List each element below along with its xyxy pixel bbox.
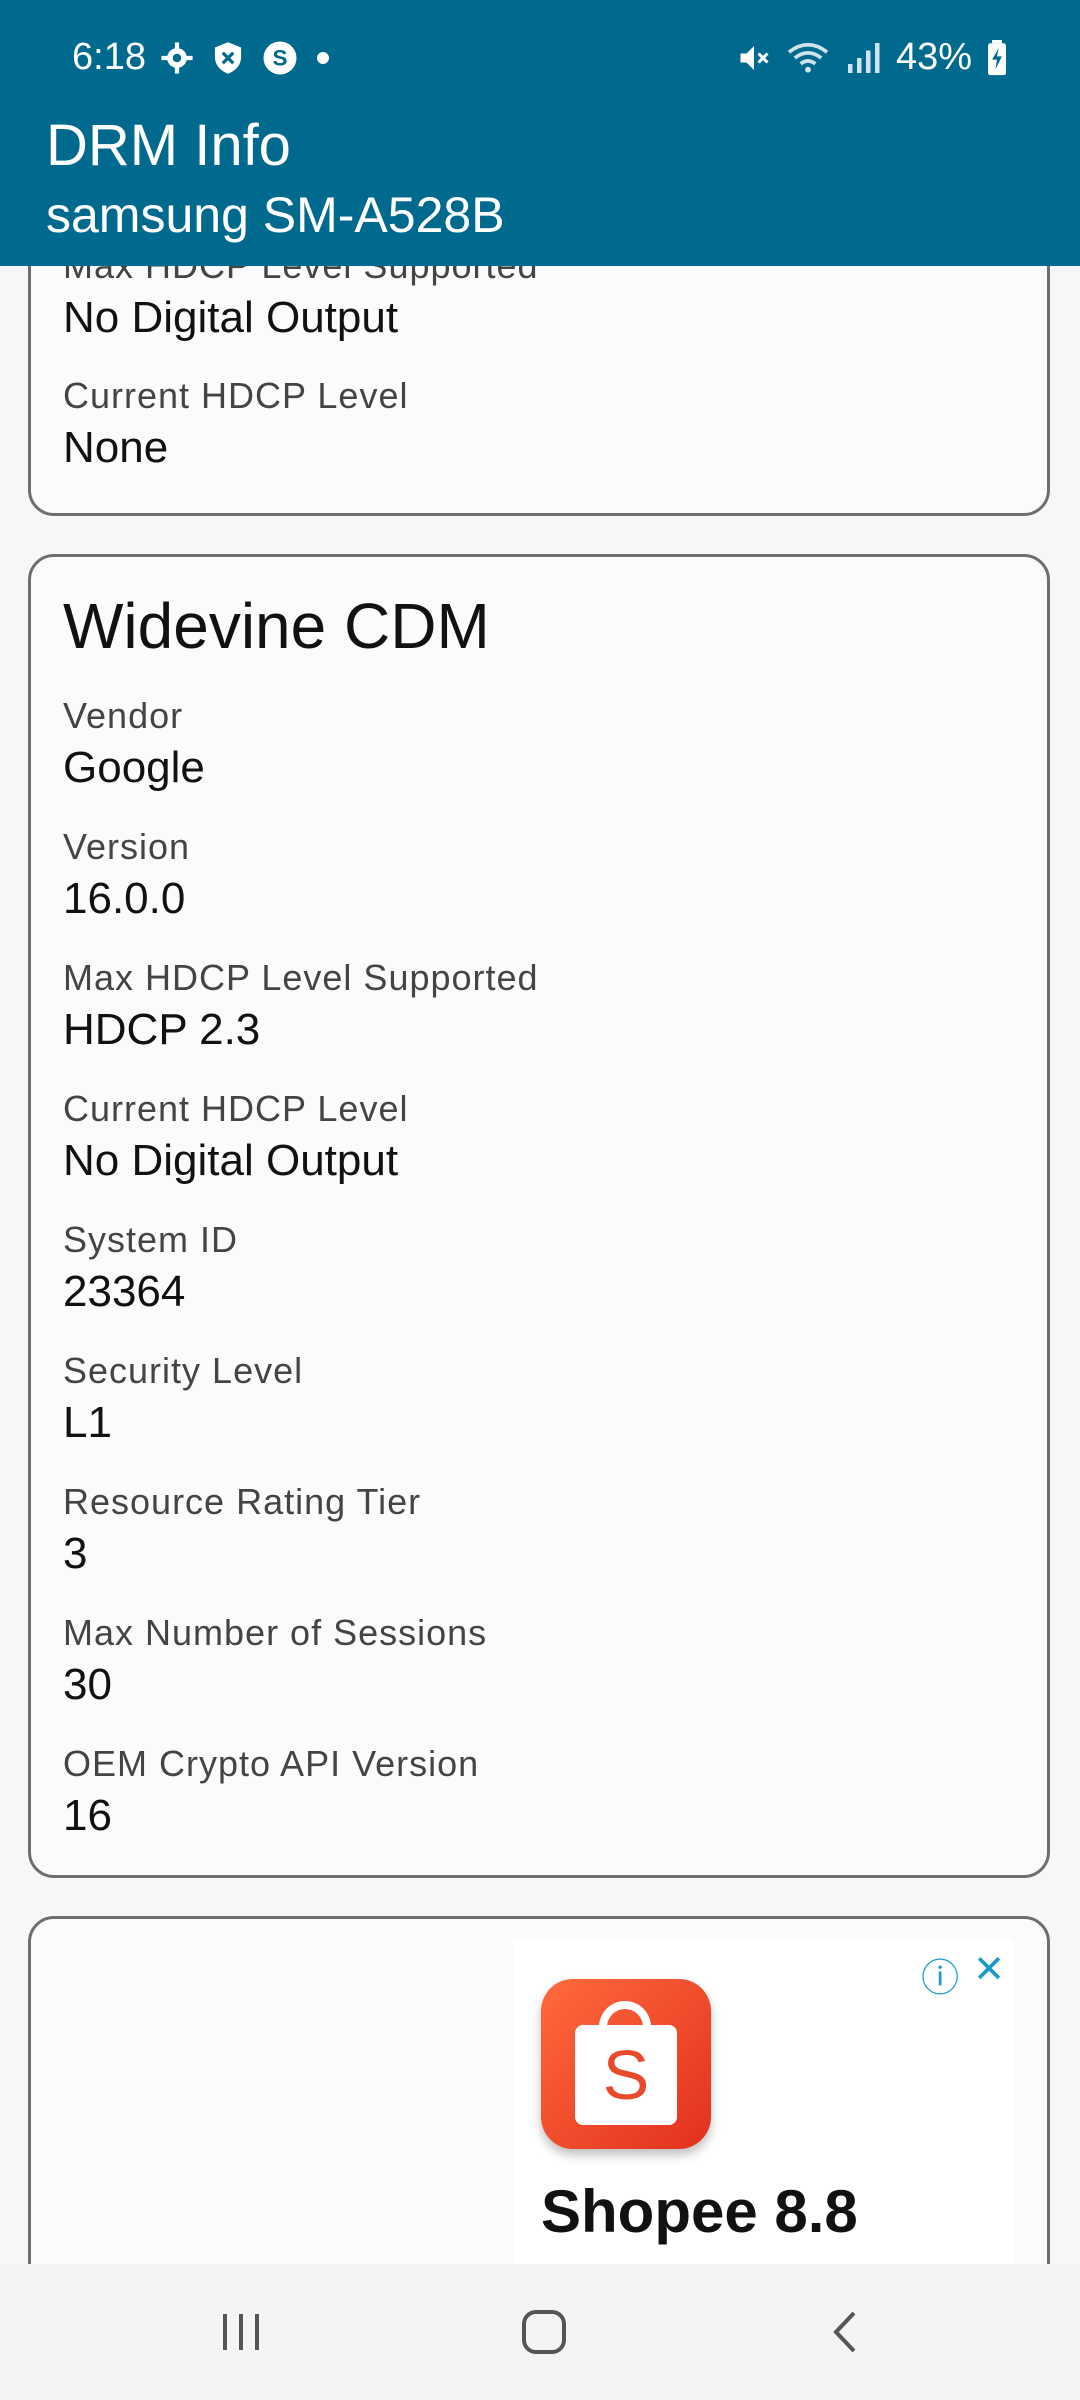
- svg-text:S: S: [272, 46, 287, 71]
- field-security-level: Security Level L1: [63, 1350, 303, 1448]
- navigation-bar: [0, 2264, 1080, 2400]
- ad-info-icon[interactable]: ⓘ: [921, 1947, 959, 2002]
- field-label: Max HDCP Level Supported: [63, 957, 539, 998]
- field-label: Max Number of Sessions: [63, 1612, 488, 1653]
- widevine-title: Widevine CDM: [63, 590, 490, 662]
- ad-banner[interactable]: ⓘ ✕ S Shopee 8.8: [513, 1939, 1013, 2264]
- field-label: Max HDCP Level Supported: [63, 266, 539, 287]
- field-label: Version: [63, 826, 191, 867]
- field-system-id: System ID 23364: [63, 1219, 238, 1317]
- status-bar: 6:18 S 43%: [0, 0, 1080, 120]
- field-value: 16.0.0: [63, 874, 186, 923]
- field-resource-rating: Resource Rating Tier 3: [63, 1481, 421, 1579]
- field-value: No Digital Output: [63, 293, 399, 342]
- field-label: Current HDCP Level: [63, 1088, 409, 1129]
- field-value: 23364: [63, 1267, 186, 1316]
- field-max-hdcp: Max HDCP Level Supported HDCP 2.3: [63, 957, 539, 1055]
- field-value: L1: [63, 1398, 112, 1447]
- field-vendor: Vendor Google: [63, 695, 205, 793]
- mute-icon: [736, 40, 772, 76]
- back-icon: [833, 2311, 856, 2353]
- field-max-hdcp: Max HDCP Level Supported No Digital Outp…: [63, 266, 539, 343]
- drm-card-previous: Max HDCP Level Supported No Digital Outp…: [28, 266, 1050, 516]
- wifi-icon: [786, 40, 830, 76]
- field-label: OEM Crypto API Version: [63, 1743, 480, 1784]
- field-value: 3: [63, 1529, 88, 1578]
- ad-card: ⓘ ✕ S Shopee 8.8: [28, 1916, 1050, 2264]
- home-icon: [522, 2310, 566, 2354]
- field-label: Resource Rating Tier: [63, 1481, 422, 1522]
- shopee-logo[interactable]: S: [541, 1979, 711, 2149]
- skype-icon: S: [262, 40, 298, 76]
- dot-icon: [316, 51, 330, 65]
- app-title: DRM Info: [46, 113, 291, 178]
- field-version: Version 16.0.0: [63, 826, 190, 924]
- ad-close-icon[interactable]: ✕: [973, 1947, 1005, 2002]
- recent-apps-icon: [223, 2314, 259, 2350]
- gear-icon: [160, 41, 194, 75]
- shopee-logo-letter: S: [602, 2036, 650, 2114]
- home-button[interactable]: [504, 2302, 584, 2362]
- battery-icon: [986, 39, 1008, 76]
- field-value: Google: [63, 743, 205, 792]
- recent-apps-button[interactable]: [202, 2302, 282, 2362]
- field-label: Security Level: [63, 1350, 304, 1391]
- field-value: 16: [63, 1791, 112, 1840]
- field-oem-crypto: OEM Crypto API Version 16: [63, 1743, 479, 1841]
- ad-headline[interactable]: Shopee 8.8: [541, 2177, 858, 2246]
- back-button[interactable]: [806, 2302, 886, 2362]
- field-value: No Digital Output: [63, 1136, 399, 1185]
- widevine-card: Widevine CDM Vendor Google Version 16.0.…: [28, 554, 1050, 1878]
- field-label: System ID: [63, 1219, 239, 1260]
- app-bar: 6:18 S 43% DRM Info samsung SM-A528B: [0, 0, 1080, 266]
- shield-icon: [212, 41, 244, 75]
- field-label: Vendor: [63, 695, 184, 736]
- field-max-sessions: Max Number of Sessions 30: [63, 1612, 487, 1710]
- field-value: 30: [63, 1660, 112, 1709]
- device-subtitle: samsung SM-A528B: [46, 187, 505, 243]
- content-scroll[interactable]: Max HDCP Level Supported No Digital Outp…: [0, 266, 1080, 2264]
- field-value: HDCP 2.3: [63, 1005, 261, 1054]
- field-value: None: [63, 423, 169, 472]
- field-current-hdcp: Current HDCP Level None: [63, 375, 408, 473]
- status-time: 6:18: [72, 36, 146, 78]
- field-label: Current HDCP Level: [63, 375, 409, 416]
- battery-percent: 43%: [895, 36, 972, 78]
- field-current-hdcp: Current HDCP Level No Digital Output: [63, 1088, 408, 1186]
- signal-icon: [844, 40, 882, 76]
